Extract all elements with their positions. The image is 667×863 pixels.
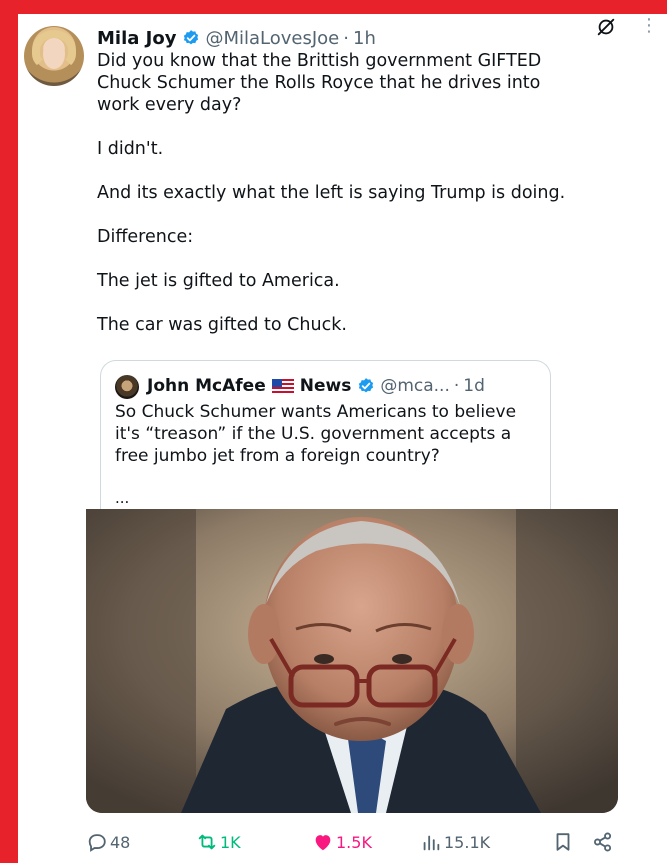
tweet-paragraph: The jet is gifted to America. <box>97 271 340 291</box>
quoted-author-suffix[interactable]: News <box>300 376 352 396</box>
quoted-tweet-ellipsis: ... <box>115 489 130 507</box>
more-icon[interactable]: ⋮ <box>639 16 659 38</box>
avatar-face <box>43 39 65 69</box>
quoted-author-avatar[interactable] <box>115 375 139 399</box>
bookmark-button[interactable] <box>552 828 576 856</box>
author-avatar[interactable] <box>24 26 84 86</box>
heart-icon <box>315 835 331 851</box>
us-flag-icon <box>271 379 294 393</box>
quoted-tweet-time[interactable]: 1d <box>463 376 485 396</box>
tweet-time[interactable]: 1h <box>353 28 376 49</box>
repost-icon <box>198 834 216 850</box>
tweet-body: Did you know that the Brittish governmen… <box>97 50 567 336</box>
quoted-header-separator: · <box>453 376 460 396</box>
tweet-card[interactable]: Mila Joy @MilaLovesJoe · 1h ⋮ Did you kn… <box>18 14 667 863</box>
author-handle[interactable]: @MilaLovesJoe <box>205 28 339 49</box>
share-button[interactable] <box>592 828 616 856</box>
quoted-author-name[interactable]: John McAfee <box>147 376 266 396</box>
repost-button[interactable]: 1K <box>196 828 241 856</box>
quoted-tweet-text: So Chuck Schumer wants Americans to beli… <box>115 402 517 466</box>
bookmark-icon <box>556 833 570 851</box>
tweet-paragraph: I didn't. <box>97 139 164 159</box>
photo-illustration <box>86 509 618 813</box>
tweet-paragraph: Did you know that the Brittish governmen… <box>97 51 542 115</box>
header-separator: · <box>343 27 349 49</box>
tweet-media-photo[interactable] <box>86 509 618 813</box>
share-icon <box>594 832 612 852</box>
tweet-paragraph: The car was gifted to Chuck. <box>97 315 347 335</box>
quoted-tweet-header: John McAfee News @mca... · 1d <box>147 373 544 399</box>
like-count: 1.5K <box>336 832 372 852</box>
verified-badge-icon <box>182 29 200 47</box>
views-icon <box>423 835 440 851</box>
tweet-paragraph: And its exactly what the left is saying … <box>97 183 566 203</box>
tweet-actions-bar: 48 1K 1.5K 15.1K <box>86 828 618 856</box>
reply-button[interactable]: 48 <box>86 828 130 856</box>
quoted-author-handle[interactable]: @mca... <box>380 376 450 396</box>
views-count: 15.1K <box>444 832 491 852</box>
tweet-paragraph: Difference: <box>97 227 194 247</box>
mute-icon[interactable] <box>595 16 617 38</box>
views-button[interactable]: 15.1K <box>420 828 490 856</box>
author-name[interactable]: Mila Joy <box>97 28 176 49</box>
quoted-tweet[interactable]: John McAfee News @mca... · 1d So Chuck S… <box>100 360 551 510</box>
repost-count: 1K <box>220 832 241 852</box>
like-button[interactable]: 1.5K <box>312 828 372 856</box>
reply-icon <box>88 834 106 852</box>
reply-count: 48 <box>110 832 131 852</box>
verified-badge-icon <box>357 377 375 395</box>
tweet-header: Mila Joy @MilaLovesJoe · 1h <box>97 25 647 51</box>
